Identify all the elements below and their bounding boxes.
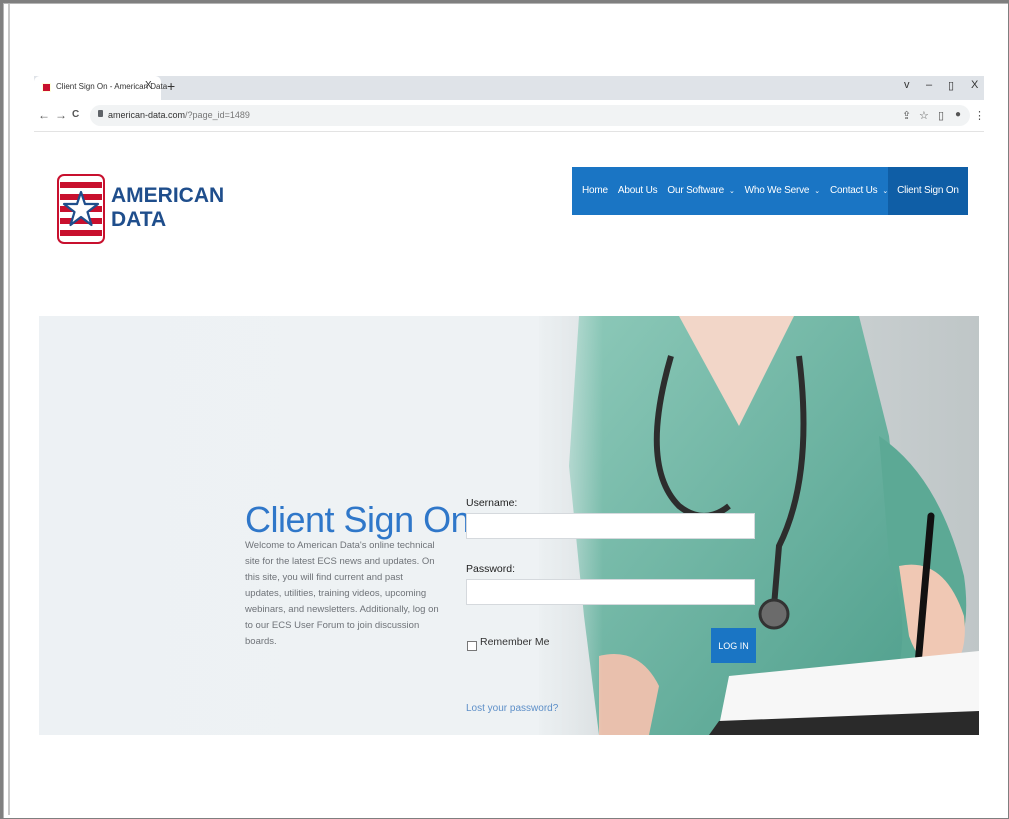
remember-me-label[interactable]: Remember Me [480, 636, 549, 648]
username-input[interactable] [466, 513, 755, 539]
nav-item-label: Home [582, 185, 608, 196]
password-input[interactable] [466, 579, 755, 605]
reload-button[interactable]: C [72, 109, 79, 120]
tab-search-button[interactable]: v [904, 79, 910, 91]
frame-edge [8, 4, 10, 815]
username-label: Username: [466, 497, 518, 509]
password-label: Password: [466, 563, 516, 575]
nav-item-label: Client Sign On [897, 185, 959, 196]
restore-button[interactable]: ▯ [948, 79, 954, 92]
close-window-button[interactable]: X [971, 79, 978, 91]
american-data-logo-icon[interactable] [57, 174, 105, 244]
url-path: /?page_id=1489 [185, 110, 250, 120]
lost-password-link[interactable]: Lost your password? [466, 703, 558, 714]
nav-item-who-we-serve[interactable]: Who We Serve ⌄ [735, 167, 821, 215]
log-in-button[interactable]: LOG IN [711, 628, 756, 663]
nav-item-label: Our Software [667, 185, 724, 196]
minimize-button[interactable]: – [926, 79, 932, 91]
lock-icon [98, 110, 103, 117]
address-bar[interactable]: american-data.com/?page_id=1489 ⇪ ☆ [90, 105, 970, 126]
remember-me-checkbox[interactable] [467, 641, 477, 651]
nav-item-contact-us[interactable]: Contact Us ⌄ [820, 167, 888, 215]
nav-item-label: Contact Us [829, 185, 878, 196]
nav-item-client-sign-on[interactable]: Client Sign On [888, 167, 968, 215]
favicon-icon [42, 83, 51, 92]
nav-item-label: Who We Serve [744, 185, 810, 196]
url-text: american-data.com/?page_id=1489 [108, 110, 250, 120]
url-host: american-data.com [108, 110, 186, 120]
intro-paragraph: Welcome to American Data's online techni… [245, 540, 439, 647]
browser-menu-icon[interactable]: ⋮ [974, 109, 985, 122]
tab-close-button[interactable]: X [145, 80, 152, 91]
nav-item-our-software[interactable]: Our Software ⌄ [657, 167, 734, 215]
sign-in-hero: Client Sign On Welcome to American Data'… [39, 316, 979, 735]
brand-line-2: DATA [111, 208, 167, 231]
side-panel-icon[interactable]: ▯ [938, 109, 944, 122]
nav-item-home[interactable]: Home [572, 167, 608, 215]
page-title: Client Sign On [245, 499, 471, 541]
share-icon[interactable]: ⇪ [902, 109, 911, 122]
bookmark-star-icon[interactable]: ☆ [919, 109, 929, 122]
brand-name[interactable]: AMERICAN DATA [111, 184, 224, 232]
back-button[interactable]: ← [38, 108, 50, 122]
nav-item-about-us[interactable]: About Us [608, 167, 658, 215]
brand-line-1: AMERICAN [111, 184, 225, 207]
nav-item-label: About Us [617, 185, 658, 196]
browser-tab-strip: Client Sign On - American Data X + v – ▯… [34, 76, 984, 100]
forward-button[interactable]: → [55, 108, 67, 122]
browser-toolbar: ← → C american-data.com/?page_id=1489 ⇪ … [34, 100, 985, 132]
profile-avatar-icon[interactable]: ● [955, 109, 961, 120]
browser-tab-active[interactable]: Client Sign On - American Data X [34, 76, 167, 100]
new-tab-button[interactable]: + [167, 78, 175, 94]
main-navigation: Home About Us Our Software ⌄ Who We Serve… [572, 167, 968, 215]
